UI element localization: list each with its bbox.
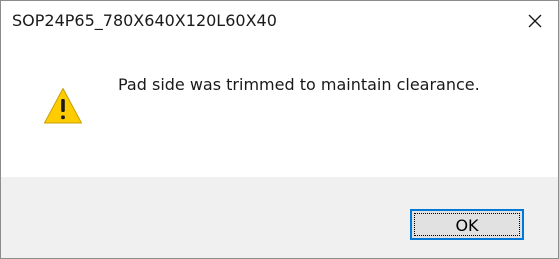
- warning-icon: [44, 88, 82, 124]
- close-icon: [528, 14, 542, 28]
- ok-button-label: OK: [455, 216, 479, 235]
- window-title: SOP24P65_780X640X120L60X40: [12, 11, 277, 30]
- dialog-content: Pad side was trimmed to maintain clearan…: [1, 41, 558, 177]
- close-button[interactable]: [512, 1, 558, 41]
- message-text: Pad side was trimmed to maintain clearan…: [118, 75, 480, 94]
- title-bar[interactable]: SOP24P65_780X640X120L60X40: [1, 1, 558, 41]
- ok-button[interactable]: OK: [410, 209, 524, 240]
- message-dialog: SOP24P65_780X640X120L60X40 Pad side was …: [0, 0, 559, 259]
